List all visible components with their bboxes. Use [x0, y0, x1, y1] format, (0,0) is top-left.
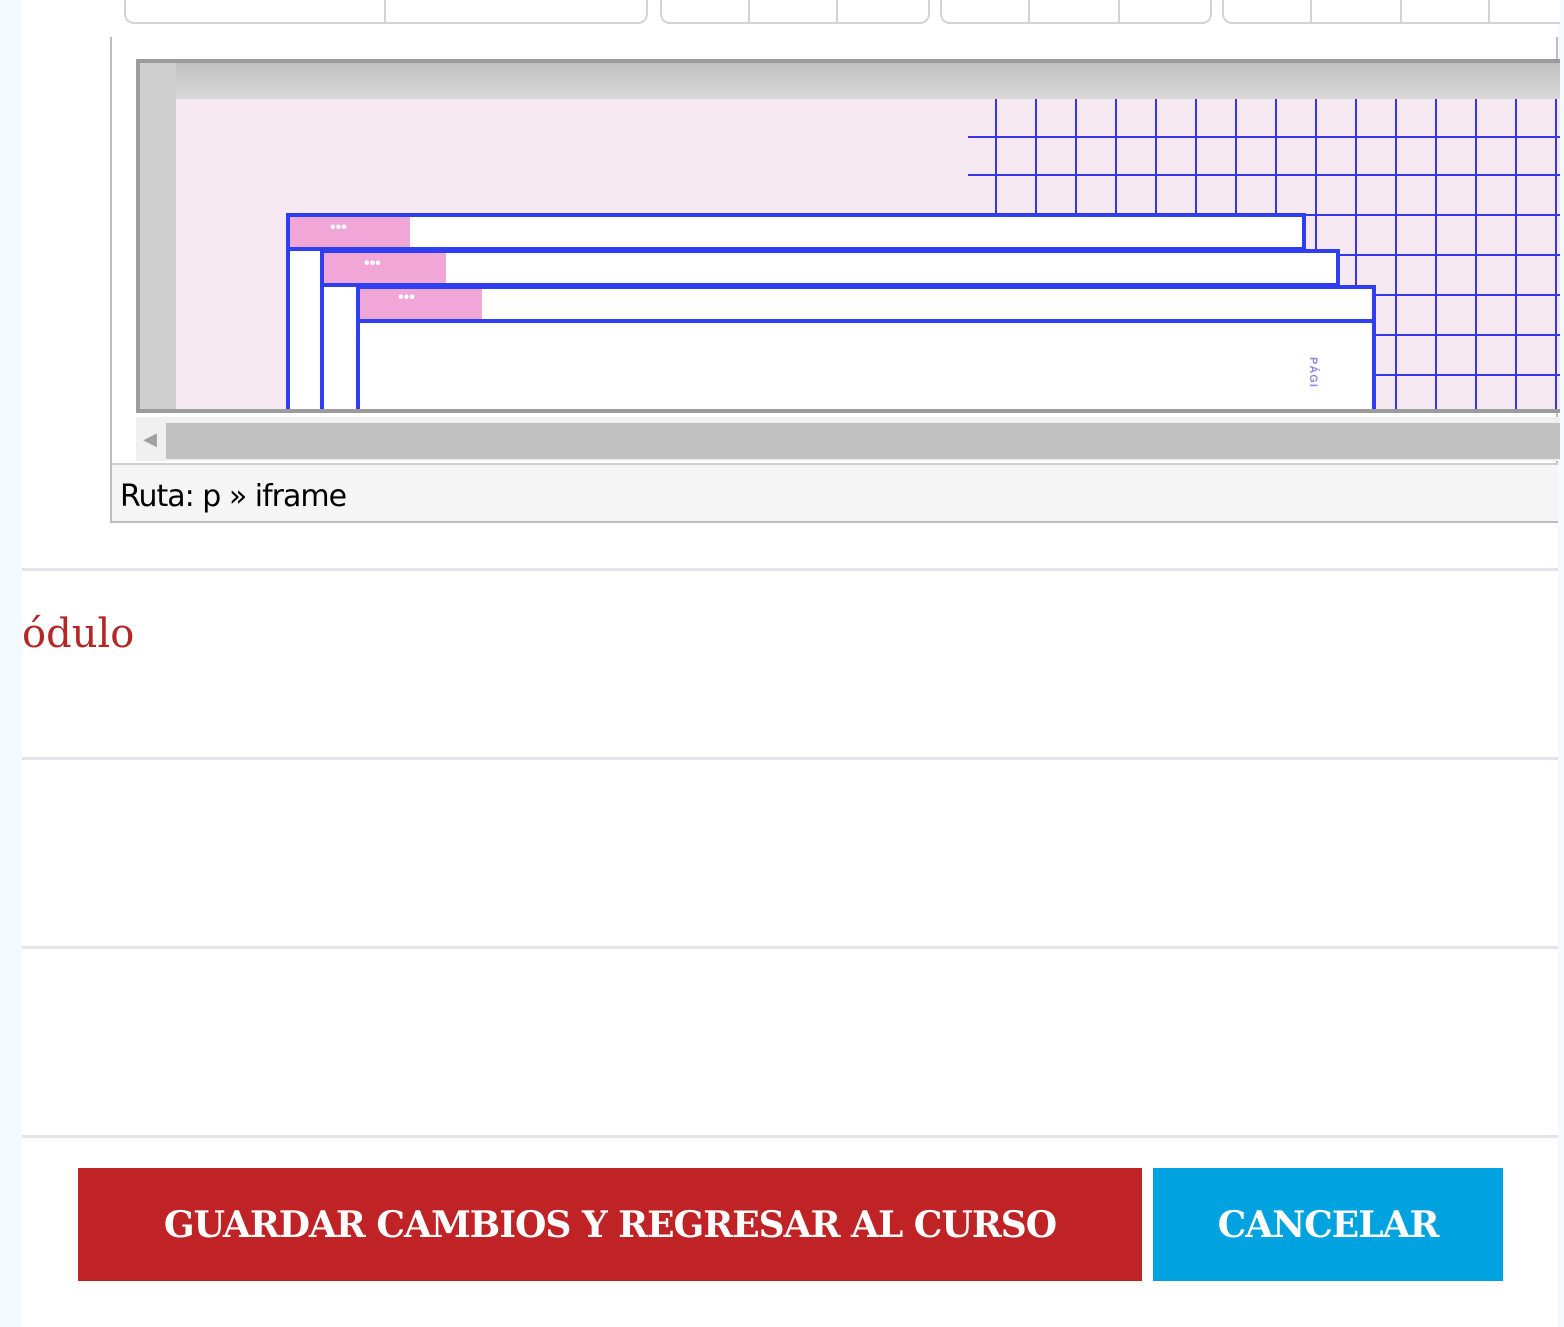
editor-statusbar: Ruta: p » iframe: [112, 463, 1558, 521]
toolbar-separator: [384, 0, 386, 22]
divider: [22, 1135, 1558, 1138]
module-label: ódulo: [22, 611, 135, 657]
toolbar-group[interactable]: [124, 0, 648, 24]
window-badge: •••: [330, 219, 347, 236]
toolbar-separator: [836, 0, 838, 22]
stacked-window-3: [356, 285, 1376, 409]
scroll-left-icon[interactable]: ◀: [140, 427, 160, 451]
toolbar-separator: [748, 0, 750, 22]
toolbar-separator: [1028, 0, 1030, 22]
window-badge: •••: [398, 289, 415, 306]
window-badge: •••: [364, 255, 381, 272]
element-path: Ruta: p » iframe: [120, 479, 347, 514]
vertical-page-text: PÁGI: [1307, 357, 1319, 388]
toolbar-separator: [1400, 0, 1402, 22]
divider: [22, 757, 1558, 760]
toolbar-group[interactable]: [1222, 0, 1560, 24]
page: ••• ••• ••• PÁGI ◀ Ruta: p » iframe ódul…: [22, 0, 1560, 1327]
divider: [22, 946, 1558, 949]
toolbar-separator: [1310, 0, 1312, 22]
horizontal-scrollbar[interactable]: ◀: [136, 417, 1560, 461]
scrollbar-thumb[interactable]: [166, 423, 1560, 459]
cancel-button[interactable]: CANCELAR: [1153, 1168, 1503, 1281]
toolbar-group[interactable]: [660, 0, 930, 24]
iframe-illustration: [286, 99, 1560, 409]
toolbar-group[interactable]: [940, 0, 1212, 24]
iframe-top-bar: [176, 63, 1560, 99]
embedded-iframe[interactable]: ••• ••• ••• PÁGI: [136, 59, 1560, 413]
toolbar-separator: [1488, 0, 1490, 22]
toolbar-separator: [1118, 0, 1120, 22]
save-and-return-button[interactable]: GUARDAR CAMBIOS Y REGRESAR AL CURSO: [78, 1168, 1142, 1281]
iframe-content: ••• ••• ••• PÁGI: [176, 99, 1560, 409]
divider: [22, 568, 1558, 571]
editor-toolbar: [110, 0, 1560, 39]
rich-text-editor: ••• ••• ••• PÁGI ◀ Ruta: p » iframe: [110, 37, 1560, 523]
